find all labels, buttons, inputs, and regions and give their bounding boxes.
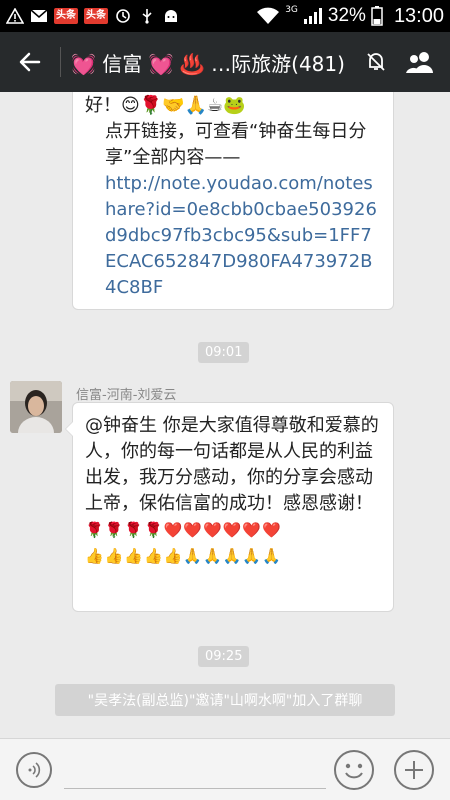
voice-icon <box>28 762 41 778</box>
group-members-icon <box>406 52 433 73</box>
timestamp: 09:25 <box>198 646 250 667</box>
mail-icon <box>30 9 48 22</box>
message-emoji-row: 👍👍👍👍👍🙏🙏🙏🙏🙏 <box>85 547 282 565</box>
avatar-photo <box>10 381 62 433</box>
battery-icon <box>371 6 383 26</box>
wifi-icon <box>257 7 280 24</box>
usb-icon <box>142 9 152 24</box>
message-link[interactable]: http://note.youdao.com/noteshare?id=0e8c… <box>85 171 381 301</box>
message-text-input[interactable] <box>64 751 326 789</box>
message-emoji-row: 🌹🌹🌹🌹❤️❤️❤️❤️❤️❤️ <box>85 521 282 539</box>
group-chat-title: 💓 信富 💓 ♨️ …际旅游(481) <box>71 51 345 76</box>
plus-icon <box>405 761 423 779</box>
mute-button[interactable] <box>354 32 398 92</box>
message-instruction: 点开链接，可查看“钟奋生每日分享”全部内容—— <box>105 121 367 168</box>
mute-bell-icon <box>367 53 385 71</box>
title-divider <box>60 47 61 77</box>
back-button[interactable] <box>0 32 60 92</box>
android-icon <box>165 10 177 22</box>
clock: 13:00 <box>393 4 444 27</box>
news-badge: 头条 <box>84 8 108 24</box>
more-options-button[interactable] <box>394 750 434 790</box>
message-bubble[interactable]: @钟奋生 你是大家值得尊敬和爱慕的人，你的每一句话都是从人民的利益出发，我万分感… <box>65 402 394 612</box>
battery-percent: 32% <box>327 5 366 26</box>
sender-name: 信富-河南-刘爱云 <box>76 388 177 403</box>
message-text: @钟奋生 你是大家值得尊敬和爱慕的人，你的每一句话都是从人民的利益出发，我万分感… <box>85 415 379 514</box>
chat-title-bar: 💓 信富 💓 ♨️ …际旅游(481) <box>0 32 450 92</box>
avatar[interactable] <box>10 381 62 433</box>
news-badge: 头条 <box>54 8 78 24</box>
system-notice: "吴孝法(副总监)"邀请"山啊水啊"加入了群聊 <box>55 684 395 716</box>
message-input-bar <box>0 738 450 800</box>
sync-icon <box>116 9 130 23</box>
network-type: 3G <box>285 5 298 15</box>
smiley-icon <box>345 763 363 779</box>
alert-icon <box>6 8 24 24</box>
emoji-button[interactable] <box>334 750 374 790</box>
group-members-button[interactable] <box>398 32 442 92</box>
timestamp: 09:01 <box>198 342 250 363</box>
message-greeting: 好！😊🌹🤝🙏☕🐸 <box>85 95 246 116</box>
back-arrow-icon <box>19 52 41 72</box>
signal-icon <box>303 8 322 24</box>
chat-messages[interactable]: 好！😊🌹🤝🙏☕🐸 点开链接，可查看“钟奋生每日分享”全部内容—— http://… <box>0 92 450 738</box>
status-bar: 头条 头条 3G 32% 13:00 <box>0 0 450 32</box>
voice-input-button[interactable] <box>16 752 52 788</box>
message-bubble[interactable]: 好！😊🌹🤝🙏☕🐸 点开链接，可查看“钟奋生每日分享”全部内容—— http://… <box>72 92 394 310</box>
